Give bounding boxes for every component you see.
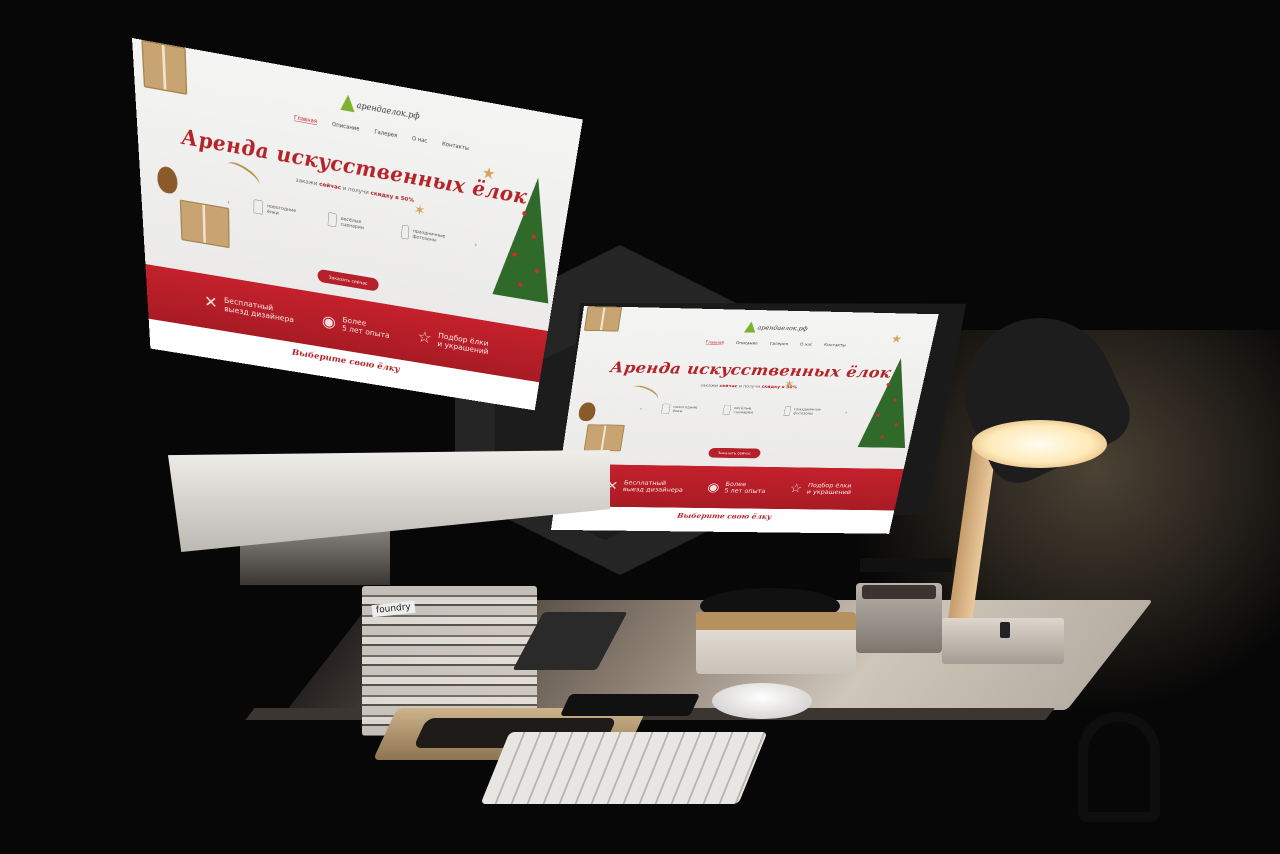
box-lid	[696, 612, 856, 630]
feature-item: праздничные фотозоны	[783, 405, 827, 417]
gift-box-decoration	[583, 424, 625, 452]
photo-zone-icon	[783, 405, 792, 416]
headphones	[1078, 712, 1160, 822]
smartphone	[559, 694, 701, 716]
monitor-neck	[860, 558, 952, 572]
benefit-item: ◉ Более 5 лет опыта	[321, 311, 390, 340]
imac-screen: ✶ ★ арендаелок.рф Главная Описание Галер…	[132, 38, 583, 411]
wireless-keyboard	[480, 732, 768, 804]
nav-gallery[interactable]: Галерея	[769, 341, 788, 346]
benefit-item: ✕ Бесплатный выезд дизайнера	[605, 478, 684, 494]
features-carousel: ‹ новогодние ёлки весёлые сценарии празд…	[568, 402, 917, 418]
snowman-icon	[327, 212, 337, 228]
pot-opening	[862, 585, 936, 599]
nav-home[interactable]: Главная	[705, 339, 725, 346]
gift-box-decoration	[583, 306, 623, 332]
feature-item: весёлые сценарии	[722, 404, 767, 416]
benefit-item: ☆ Подбор ёлки и украшений	[788, 481, 853, 496]
logo-text: арендаелок.рф	[756, 324, 809, 333]
benefit-item: ☆ Подбор ёлки и украшений	[416, 327, 489, 357]
gift-box-decoration	[141, 39, 188, 95]
hero: ✶ ★ арендаелок.рф Главная Описание Галер…	[560, 306, 939, 475]
nav-contacts[interactable]: Контакты	[824, 342, 846, 347]
hero-title: Аренда искусственных ёлок	[609, 358, 893, 382]
website-imac: ✶ ★ арендаелок.рф Главная Описание Галер…	[132, 38, 583, 411]
snowman-icon	[722, 404, 732, 415]
medal-icon: ◉	[706, 480, 721, 495]
lamp-knob	[1000, 622, 1010, 638]
nav-home[interactable]: Главная	[294, 113, 318, 126]
pencil-ruler-icon: ✕	[203, 292, 218, 313]
photo-zone-icon	[401, 224, 410, 240]
feature-item: весёлые сценарии	[327, 212, 379, 234]
main-nav: Главная Описание Галерея О нас Контакты	[705, 339, 846, 348]
nav-contacts[interactable]: Контакты	[442, 140, 469, 152]
nav-gallery[interactable]: Галерея	[374, 128, 397, 139]
nav-about[interactable]: О нас	[412, 135, 428, 145]
carousel-next-icon[interactable]: ›	[845, 409, 848, 415]
carousel-next-icon[interactable]: ›	[474, 240, 478, 248]
logo-tree-icon	[743, 321, 758, 333]
carousel-prev-icon[interactable]: ‹	[227, 198, 230, 207]
star-icon: ☆	[416, 327, 433, 348]
feature-item: новогодние ёлки	[661, 403, 705, 415]
nav-description[interactable]: Описание	[735, 341, 759, 346]
feature-item: новогодние ёлки	[253, 199, 305, 221]
feature-item: праздничные фотозоны	[401, 224, 452, 247]
logo-tree-icon	[340, 93, 356, 113]
logo-text: арендаелок.рф	[356, 100, 421, 122]
nav-description[interactable]: Описание	[332, 121, 360, 133]
magic-mouse	[712, 683, 812, 719]
hero-subtitle: закажи сейчас и получи скидку в 50%	[699, 383, 798, 390]
lamp-bulb	[972, 420, 1107, 468]
tree-outline-icon	[661, 403, 671, 414]
benefit-item: ◉ Более 5 лет опыта	[706, 480, 767, 495]
nav-about[interactable]: О нас	[799, 342, 813, 347]
carousel-prev-icon[interactable]: ‹	[640, 405, 643, 411]
scene: foundry ✶ ★ арендаелок.рф Главная Описан…	[0, 0, 1280, 854]
medal-icon: ◉	[321, 311, 337, 332]
star-icon: ★	[889, 332, 904, 346]
order-now-button[interactable]: Заказать сейчас	[317, 268, 379, 292]
star-icon: ☆	[788, 481, 804, 496]
benefit-item: ✕ Бесплатный выезд дизайнера	[203, 292, 295, 325]
order-now-button[interactable]: Заказать сейчас	[707, 447, 762, 459]
tree-outline-icon	[253, 199, 263, 215]
main-nav: Главная Описание Галерея О нас Контакты	[294, 113, 469, 152]
